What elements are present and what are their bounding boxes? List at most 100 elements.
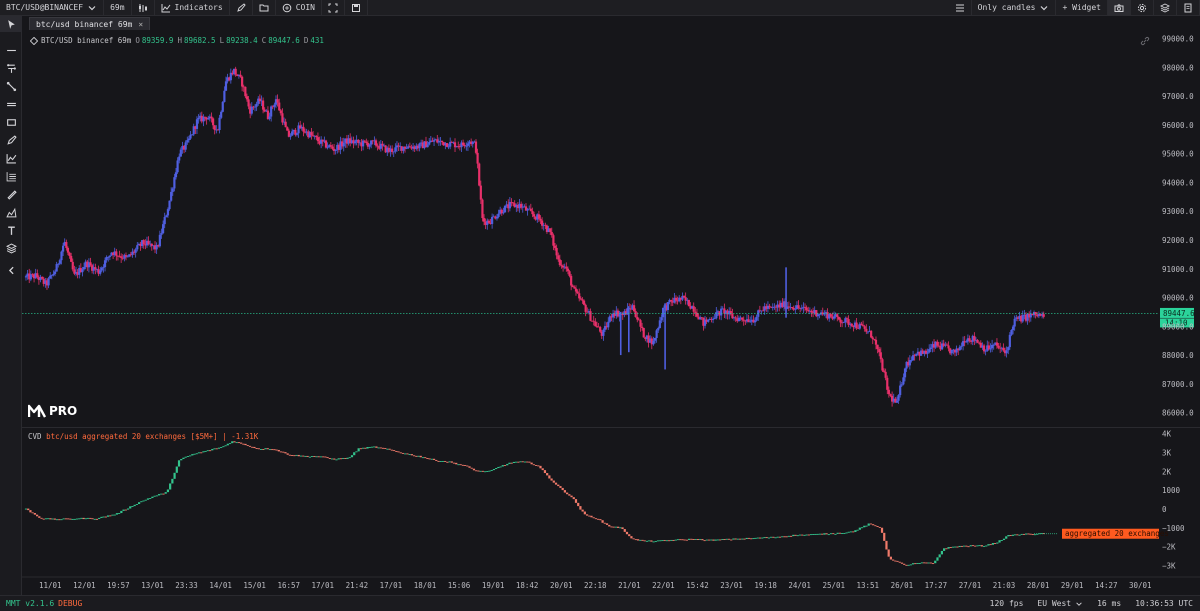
cvd-bar [401,452,405,454]
candle-body [929,347,932,350]
candle-body [213,125,216,130]
fork-tool[interactable] [0,60,22,76]
candle-body [984,350,987,352]
candle-body [466,143,470,146]
cvd-bar [1018,534,1021,536]
cvd-bar [55,519,59,521]
cvd-bar [253,446,256,449]
candle-body [465,145,468,147]
fullscreen-button[interactable] [322,0,345,16]
candle-body [566,268,570,272]
logo-icon [28,404,46,418]
cvd-bar [257,448,260,450]
brand-logo: PRO [28,404,77,418]
candles-mode-selector[interactable]: Only candles [972,0,1057,16]
candle-body [218,117,221,131]
candle-body [478,163,481,186]
area-tool[interactable] [0,204,22,220]
cvd-bar [144,499,147,501]
cvd-bar [679,539,682,541]
layers-tool[interactable] [0,240,22,256]
add-widget-button[interactable]: + Widget [1056,0,1108,16]
cvd-bar [40,517,43,519]
rectangle-tool[interactable] [0,114,22,130]
cvd-bar [86,517,90,519]
cvd-bar [135,504,138,505]
candle-body [642,327,645,338]
screenshot-button[interactable] [1108,0,1131,16]
cvd-bar [519,461,522,463]
candle-body [365,141,368,144]
cvd-bar [268,449,272,451]
cvd-bar [155,495,158,497]
candle-body [479,185,482,200]
symbol-selector[interactable]: BTC/USD@BINANCEF [0,0,105,16]
horizontal-line-tool[interactable] [0,42,22,58]
cvd-bar [213,448,216,450]
cvd-bar [346,457,349,459]
fib-tool[interactable] [0,168,22,184]
cursor-tool[interactable] [0,16,22,32]
cvd-bar [115,513,119,515]
candle-body [928,349,931,353]
ruler-tool[interactable] [0,186,22,202]
cvd-bar [78,518,81,520]
settings-button[interactable] [1131,0,1154,16]
cvd-bar [42,518,45,520]
candle-body [584,304,587,312]
legend-close: 89447.6 [268,36,300,45]
time-tick-label: 18/01 [414,581,437,590]
chart-area[interactable]: 89447.614:10aggregated 20 exchanges 8600… [22,30,1200,595]
cvd-bar [572,497,575,500]
cvd-bar [867,523,870,526]
collapse-toolbar-button[interactable] [0,262,22,278]
cvd-bar [375,446,378,448]
cvd-bar [397,451,400,453]
price-tick-label: 95000.0 [1162,150,1194,159]
save-button[interactable] [345,0,368,16]
chart-type-button[interactable] [132,0,155,16]
path-tool[interactable] [0,78,22,94]
cvd-bar [858,527,861,530]
text-tool[interactable] [0,222,22,238]
candle-body [653,337,657,341]
cvd-bar [444,460,447,462]
settings-diamond-icon[interactable] [30,36,38,45]
timeframe-selector[interactable]: 69m [104,0,132,16]
cvd-bar [350,455,354,458]
price-tick-label: 93000.0 [1162,207,1194,216]
brush-tool[interactable] [0,132,22,148]
cvd-bar [306,455,309,457]
indicators-button[interactable]: Indicators [155,0,230,16]
trend-tool[interactable] [0,150,22,166]
chart-tab[interactable]: btc/usd binancef 69m × [29,17,151,31]
coin-button[interactable]: COIN [276,0,322,16]
last-price-label: 89447.6 [1163,309,1195,318]
cvd-bar [552,480,555,483]
close-icon[interactable]: × [138,20,143,29]
cvd-bar [459,464,462,466]
cvd-bar [878,526,881,528]
cvd-bar [577,502,580,507]
candle-body [187,138,190,141]
cvd-bar [1005,536,1008,539]
cvd-bar [330,458,334,460]
candle-body [902,377,905,385]
candle-body [331,146,334,149]
cvd-bar [89,517,92,519]
link-button[interactable] [1140,36,1150,49]
time-tick-label: 28/01 [1027,581,1050,590]
cvd-bar [636,539,640,541]
region-label: EU West [1037,599,1072,608]
layout-menu-button[interactable] [949,0,972,16]
cvd-bar [1002,538,1006,541]
notes-button[interactable] [1177,0,1200,16]
parallel-lines-tool[interactable] [0,96,22,112]
layouts-button[interactable] [1154,0,1177,16]
candle-body [1002,347,1005,351]
candle-body [286,127,289,131]
region-selector[interactable]: EU West [1030,599,1090,608]
drawing-button[interactable] [230,0,253,16]
candle-body [871,337,874,340]
folder-button[interactable] [253,0,276,16]
